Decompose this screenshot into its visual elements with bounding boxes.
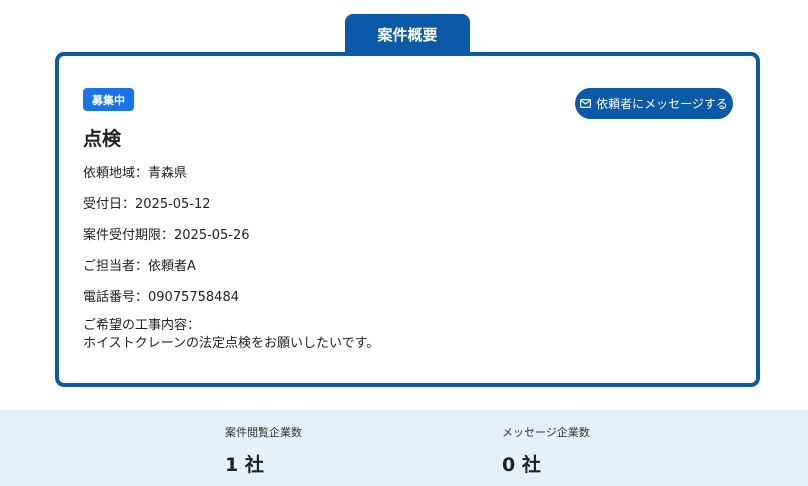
work-description: ご希望の工事内容： ホイストクレーンの法定点検をお願いしたいです。 (83, 317, 379, 353)
tab-case-overview[interactable]: 案件概要 (345, 14, 470, 54)
messages-value: 0 社 (502, 454, 541, 476)
work-description-label: ご希望の工事内容： (83, 318, 201, 333)
messages-label: メッセージ企業数 (502, 426, 590, 439)
views-value: 1 社 (225, 454, 264, 476)
message-button-label: 依頼者にメッセージする (596, 97, 728, 111)
messages-stat: メッセージ企業数 0 社 (502, 424, 590, 477)
contact-field: ご担当者：依頼者A (83, 259, 196, 274)
received-date-field: 受付日：2025-05-12 (83, 197, 211, 212)
views-stat: 案件閲覧企業数 1 社 (225, 424, 302, 477)
phone-field: 電話番号：09075758484 (83, 290, 239, 305)
message-requester-button[interactable]: 依頼者にメッセージする (575, 88, 733, 119)
work-description-text: ホイストクレーンの法定点検をお願いしたいです。 (83, 336, 380, 351)
views-label: 案件閲覧企業数 (225, 426, 302, 439)
stats-panel: 案件閲覧企業数 1 社 メッセージ企業数 0 社 (0, 410, 808, 486)
mail-icon (580, 99, 592, 108)
region-field: 依頼地域：青森県 (83, 166, 188, 181)
deadline-field: 案件受付期限：2025-05-26 (83, 228, 250, 243)
case-title: 点検 (83, 128, 122, 150)
case-card: 募集中 依頼者にメッセージする 点検 依頼地域：青森県 受付日：2025-05-… (55, 52, 760, 387)
status-badge: 募集中 (83, 88, 134, 111)
